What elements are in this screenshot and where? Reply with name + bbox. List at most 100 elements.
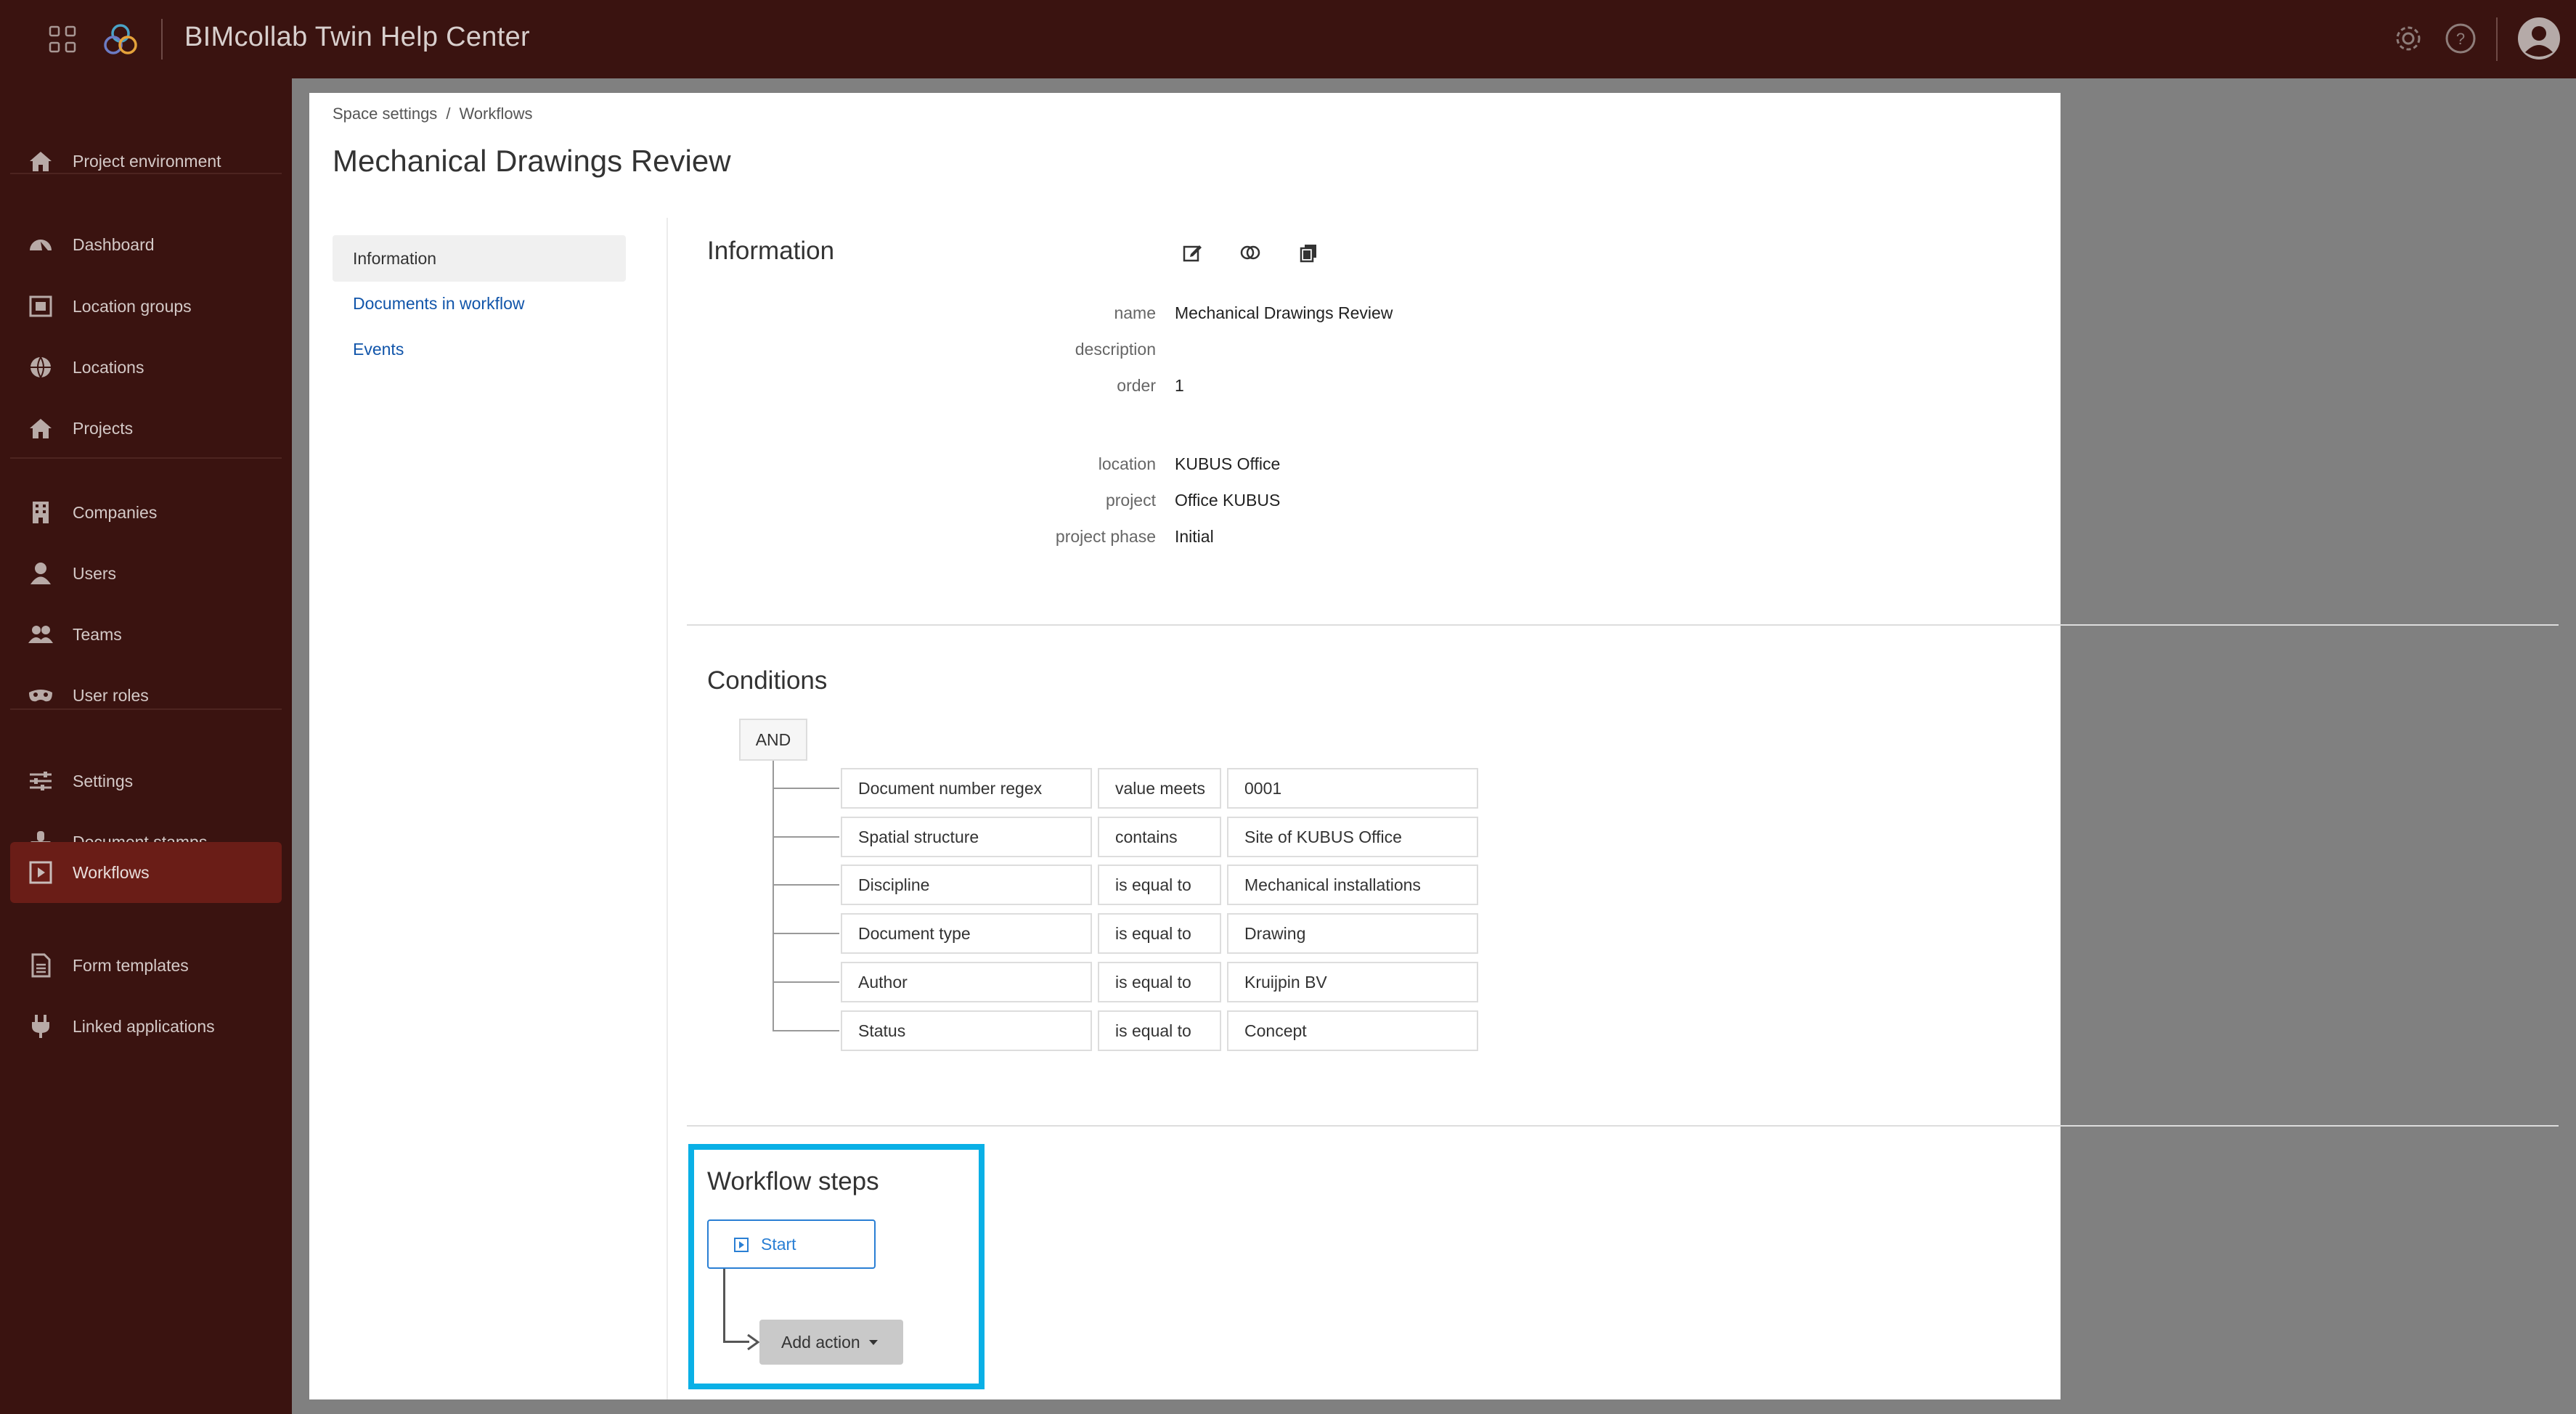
- app-grid-icon[interactable]: [48, 25, 77, 54]
- condition-value[interactable]: Drawing: [1227, 913, 1478, 954]
- sidebar-item-label: Settings: [73, 771, 134, 790]
- condition-operator[interactable]: AND: [739, 719, 807, 761]
- step-connector: [723, 1269, 725, 1343]
- sidebar-item-settings[interactable]: Settings: [10, 751, 282, 812]
- sliders-icon: [30, 772, 52, 790]
- condition-operator-cell[interactable]: contains: [1098, 817, 1221, 857]
- sidebar-item-project-environment[interactable]: Project environment: [10, 131, 282, 192]
- sidebar-item-label: User roles: [73, 685, 149, 705]
- sidebar-item-locations[interactable]: Locations: [10, 337, 282, 398]
- sidebar-item-users[interactable]: Users: [10, 543, 282, 604]
- form-icon: [31, 953, 51, 978]
- start-step-button[interactable]: Start: [707, 1219, 876, 1269]
- sidebar-item-label: Locations: [73, 357, 144, 377]
- field-value: Mechanical Drawings Review: [1175, 303, 1393, 322]
- breadcrumb-separator: /: [446, 105, 451, 123]
- section-divider: [687, 624, 2559, 626]
- sidebar-item-label: Workflows: [73, 862, 150, 882]
- copy-icon[interactable]: [1298, 242, 1318, 263]
- arrow-right-icon: [747, 1333, 760, 1351]
- sidebar-item-label: Companies: [73, 502, 158, 522]
- sidebar-item-dashboard[interactable]: Dashboard: [10, 214, 282, 275]
- edit-icon[interactable]: [1182, 242, 1202, 263]
- condition-field[interactable]: Spatial structure: [841, 817, 1092, 857]
- app-title: BIMcollab Twin Help Center: [184, 22, 530, 52]
- field-value: Office KUBUS: [1175, 491, 1281, 510]
- sidebar-item-teams[interactable]: Teams: [10, 604, 282, 665]
- toggle-icon[interactable]: [1240, 242, 1260, 263]
- add-action-label: Add action: [781, 1332, 860, 1352]
- divider: [2496, 17, 2498, 61]
- condition-field[interactable]: Document type: [841, 913, 1092, 954]
- field-value: 1: [1175, 376, 1184, 395]
- sidebar-item-label: Projects: [73, 418, 134, 438]
- condition-tree-branch: [773, 788, 839, 789]
- sidebar-item-form-templates[interactable]: Form templates: [10, 935, 282, 996]
- condition-value[interactable]: Concept: [1227, 1010, 1478, 1051]
- top-bar: BIMcollab Twin Help Center ?: [0, 0, 2576, 78]
- home-icon: [30, 419, 52, 438]
- condition-tree-branch: [773, 933, 839, 934]
- divider: [161, 19, 163, 60]
- sidebar-item-user-roles[interactable]: User roles: [10, 665, 282, 726]
- condition-field[interactable]: Discipline: [841, 865, 1092, 905]
- globe-icon: [30, 356, 51, 378]
- sidebar-item-label: Users: [73, 563, 117, 583]
- condition-tree-branch: [773, 836, 839, 838]
- conditions-title: Conditions: [707, 666, 828, 695]
- sidebar-item-label: Project environment: [73, 151, 221, 171]
- help-icon[interactable]: ?: [2444, 22, 2477, 55]
- add-action-button[interactable]: Add action: [759, 1320, 903, 1365]
- condition-tree-branch: [773, 981, 839, 983]
- sidebar-item-label: Location groups: [73, 296, 192, 316]
- sidebar-item-linked-applications[interactable]: Linked applications: [10, 996, 282, 1057]
- field-label: project phase: [1055, 527, 1156, 546]
- sidebar-item-location-groups[interactable]: Location groups: [10, 276, 282, 337]
- information-title: Information: [707, 237, 835, 265]
- home-icon: [30, 152, 52, 171]
- condition-operator-cell[interactable]: value meets: [1098, 768, 1221, 809]
- breadcrumb-parent[interactable]: Space settings: [333, 105, 437, 123]
- caret-down-icon: [868, 1339, 878, 1345]
- condition-field[interactable]: Status: [841, 1010, 1092, 1051]
- information-actions: [1182, 242, 1318, 263]
- condition-value[interactable]: 0001: [1227, 768, 1478, 809]
- divider: [10, 457, 282, 459]
- field-label: location: [1098, 454, 1156, 473]
- page-title: Mechanical Drawings Review: [333, 144, 731, 178]
- start-step-label: Start: [761, 1234, 796, 1254]
- subnav-documents-in-workflow[interactable]: Documents in workflow: [333, 280, 626, 327]
- sidebar-item-projects[interactable]: Projects: [10, 398, 282, 459]
- sidebar: Project environment Dashboard Location g…: [0, 78, 292, 1414]
- condition-field[interactable]: Document number regex: [841, 768, 1092, 809]
- condition-value[interactable]: Site of KUBUS Office: [1227, 817, 1478, 857]
- condition-tree-branch: [773, 884, 839, 886]
- condition-operator-cell[interactable]: is equal to: [1098, 1010, 1221, 1051]
- breadcrumb-current[interactable]: Workflows: [459, 105, 532, 123]
- gear-icon[interactable]: [2392, 22, 2425, 55]
- subnav-information[interactable]: Information: [333, 235, 626, 282]
- field-label: name: [1114, 303, 1156, 322]
- condition-value[interactable]: Kruijpin BV: [1227, 962, 1478, 1002]
- field-value: KUBUS Office: [1175, 454, 1281, 473]
- bimcollab-logo-icon[interactable]: [100, 19, 141, 60]
- section-divider: [687, 1125, 2559, 1127]
- condition-operator-cell[interactable]: is equal to: [1098, 865, 1221, 905]
- condition-field[interactable]: Author: [841, 962, 1092, 1002]
- sidebar-item-workflows[interactable]: Workflows: [10, 842, 282, 903]
- breadcrumb: Space settings / Workflows: [333, 105, 533, 123]
- sidebar-item-companies[interactable]: Companies: [10, 482, 282, 543]
- avatar-icon[interactable]: [2516, 16, 2561, 61]
- user-icon: [30, 563, 51, 584]
- subnav-events[interactable]: Events: [333, 326, 626, 372]
- field-label: order: [1117, 376, 1156, 395]
- sidebar-item-label: Linked applications: [73, 1016, 215, 1036]
- field-label: project: [1105, 491, 1156, 510]
- condition-operator-cell[interactable]: is equal to: [1098, 913, 1221, 954]
- workflow-steps-title: Workflow steps: [707, 1167, 879, 1196]
- condition-operator-cell[interactable]: is equal to: [1098, 962, 1221, 1002]
- condition-value[interactable]: Mechanical installations: [1227, 865, 1478, 905]
- users-icon: [28, 626, 53, 643]
- workflow-icon: [29, 861, 52, 884]
- field-label: description: [1075, 340, 1156, 359]
